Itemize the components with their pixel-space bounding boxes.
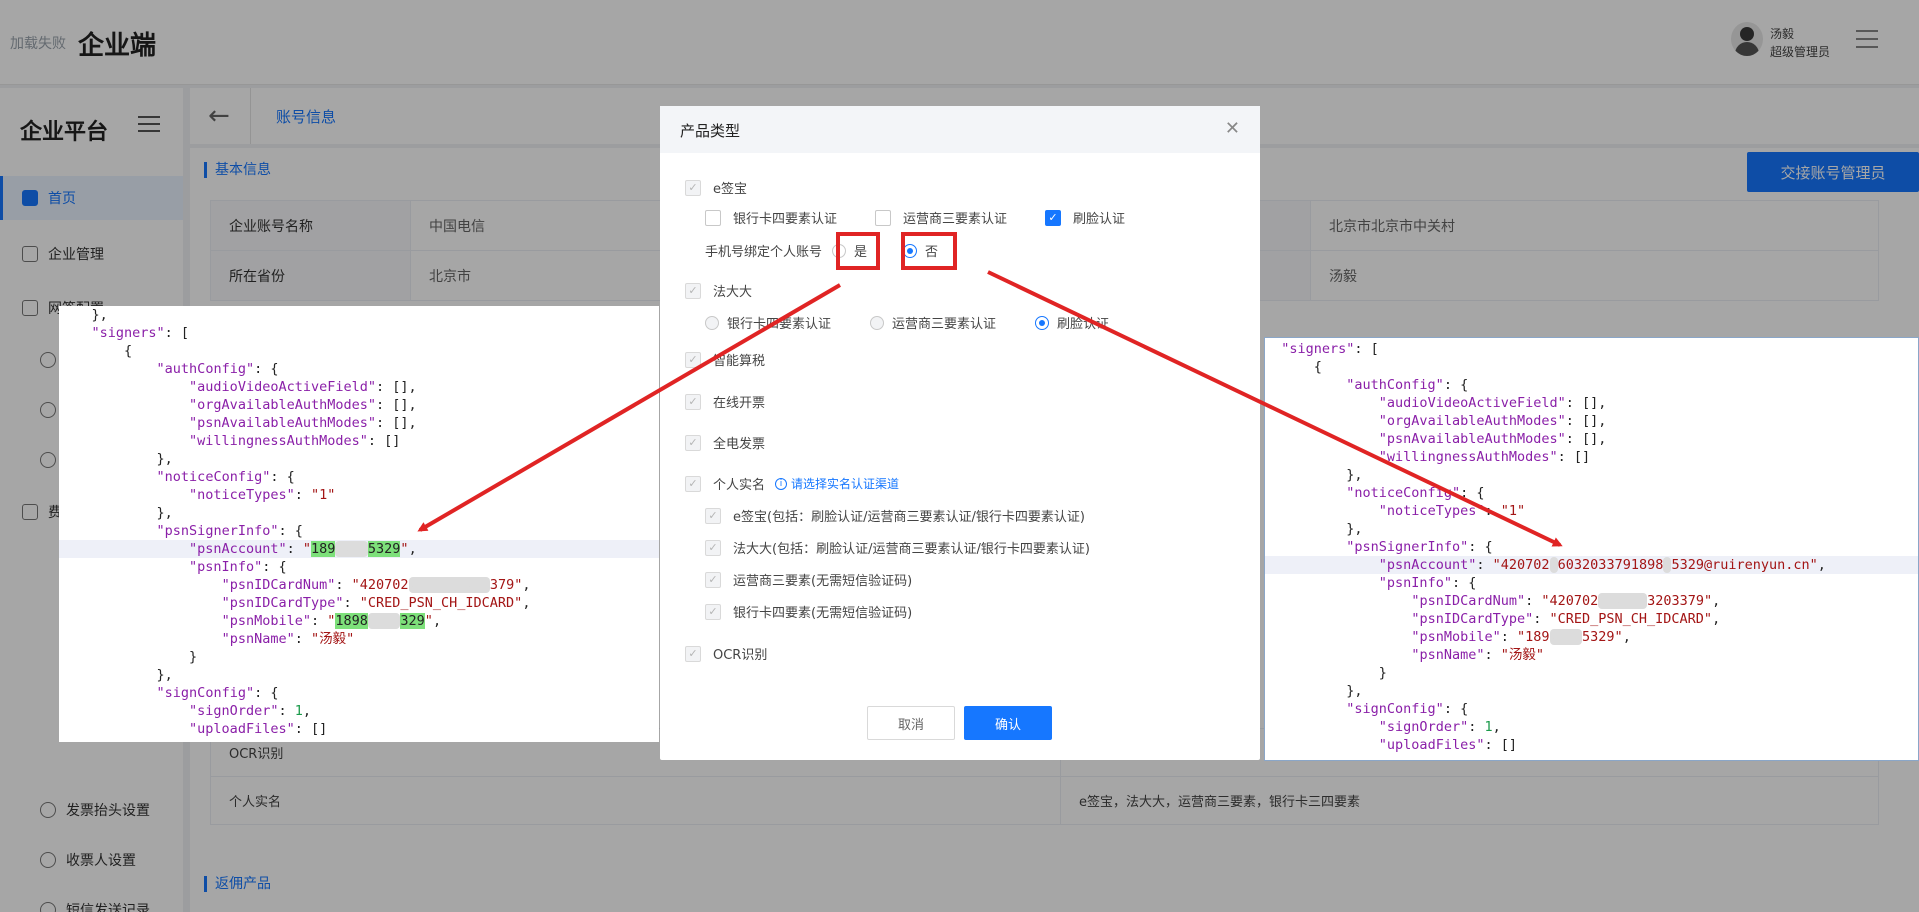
realname-esign-option[interactable]: ✓ e签宝(包括：刷脸认证/运营商三要素认证/银行卡四要素认证) xyxy=(705,506,1085,525)
realname-hint: i 请选择实名认证渠道 xyxy=(775,475,899,492)
online-invoice-option[interactable]: ✓ 在线开票 xyxy=(685,392,765,411)
annotation-box xyxy=(836,232,880,270)
checkbox[interactable]: ✓ xyxy=(685,645,701,662)
smart-tax-option[interactable]: ✓ 智能算税 xyxy=(685,350,765,369)
realname-carrier3-option[interactable]: ✓ 运营商三要素(无需短信验证码) xyxy=(705,570,912,589)
checkbox[interactable]: ✓ xyxy=(685,179,701,196)
code-panel-left: }, "signers": [ { "authConfig": { "audio… xyxy=(59,306,659,742)
personal-realname-option[interactable]: ✓ 个人实名 i 请选择实名认证渠道 xyxy=(685,474,899,493)
checkbox[interactable] xyxy=(875,209,891,226)
psn-account-line: "psnAccount": "189xxxx5329", xyxy=(59,540,659,558)
fadada-option[interactable]: ✓ 法大大 xyxy=(685,281,752,300)
checkbox[interactable]: ✓ xyxy=(685,351,701,368)
esign-option[interactable]: ✓ e签宝 xyxy=(685,178,747,197)
code-panel-right: "signers": [ { "authConfig": { "audioVid… xyxy=(1264,337,1919,761)
esign-face-option[interactable]: ✓ 刷脸认证 xyxy=(1045,208,1125,227)
fadada-face-option[interactable]: 刷脸认证 xyxy=(1035,313,1109,332)
confirm-button[interactable]: 确认 xyxy=(964,706,1052,740)
realname-fadada-option[interactable]: ✓ 法大大(包括：刷脸认证/运营商三要素认证/银行卡四要素认证) xyxy=(705,538,1090,557)
all-electric-invoice-option[interactable]: ✓ 全电发票 xyxy=(685,433,765,452)
checkbox[interactable]: ✓ xyxy=(705,603,721,620)
cancel-button[interactable]: 取消 xyxy=(867,706,955,740)
close-icon[interactable]: ✕ xyxy=(1225,118,1240,139)
ocr-option[interactable]: ✓ OCR识别 xyxy=(685,644,767,663)
checkbox[interactable] xyxy=(705,209,721,226)
checkbox[interactable]: ✓ xyxy=(685,393,701,410)
checkbox[interactable]: ✓ xyxy=(685,475,701,492)
dialog-title: 产品类型 xyxy=(680,122,741,140)
esign-carrier3-option[interactable]: 运营商三要素认证 xyxy=(875,208,1007,227)
checkbox[interactable]: ✓ xyxy=(705,507,721,524)
checkbox[interactable]: ✓ xyxy=(685,434,701,451)
psn-account-line: "psnAccount": "420702x6032033791898x5329… xyxy=(1265,556,1918,574)
product-type-dialog: 产品类型 ✕ ✓ e签宝 银行卡四要素认证 运营商三要素认证 ✓ 刷脸认证 手机号绑… xyxy=(660,106,1260,760)
annotation-box xyxy=(901,232,957,270)
fadada-bank4-option[interactable]: 银行卡四要素认证 xyxy=(705,313,831,332)
checkbox[interactable]: ✓ xyxy=(705,571,721,588)
info-icon: i xyxy=(775,477,788,490)
phone-bind-label: 手机号绑定个人账号 xyxy=(705,245,823,260)
fadada-carrier3-option[interactable]: 运营商三要素认证 xyxy=(870,313,996,332)
checkbox[interactable]: ✓ xyxy=(1045,209,1061,226)
checkbox[interactable]: ✓ xyxy=(685,282,701,299)
realname-bank4-option[interactable]: ✓ 银行卡四要素(无需短信验证码) xyxy=(705,602,912,621)
checkbox[interactable]: ✓ xyxy=(705,539,721,556)
esign-bank4-option[interactable]: 银行卡四要素认证 xyxy=(705,208,837,227)
